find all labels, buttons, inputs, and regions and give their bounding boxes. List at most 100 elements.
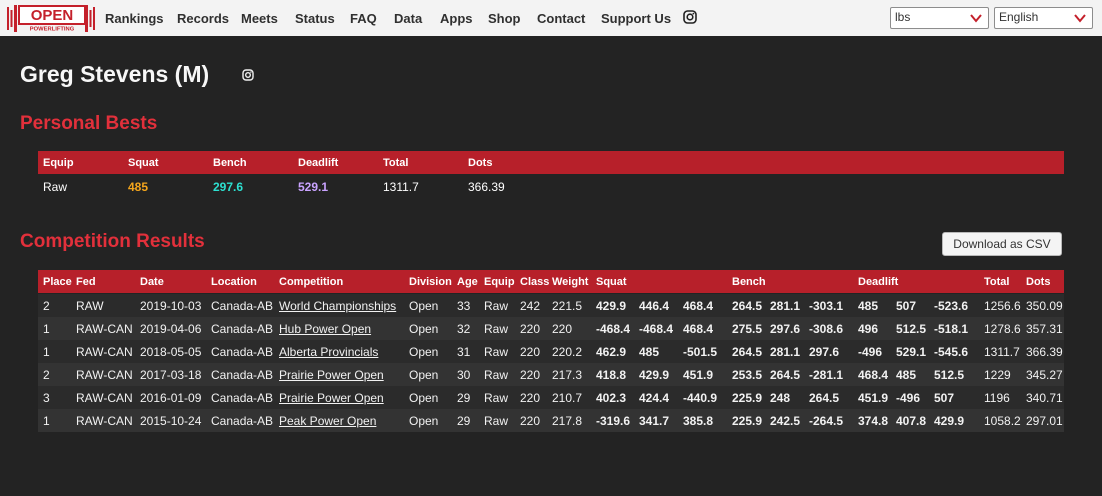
personal-bests-title: Personal Bests (20, 113, 158, 134)
nav-faq[interactable]: FAQ (350, 11, 377, 26)
instagram-icon[interactable] (242, 69, 254, 81)
nav-apps[interactable]: Apps (440, 11, 473, 26)
header-deadlift[interactable]: Deadlift (858, 276, 898, 288)
header-weight[interactable]: Weight (552, 276, 588, 288)
competition-results-header: Place Fed Date Location Competition Divi… (38, 270, 1064, 293)
openpowerlifting-logo[interactable]: OPEN POWERLIFTING (7, 4, 95, 33)
division-cell: Open (409, 322, 439, 336)
total-cell: 1058.2 (984, 414, 1021, 428)
weight-cell: 221.5 (552, 299, 583, 313)
table-row: 1 RAW-CAN 2015-10-24 Canada-AB Peak Power Op… (38, 409, 1064, 432)
header-fed[interactable]: Fed (76, 276, 96, 288)
dots-cell: 366.39 (1026, 345, 1063, 359)
deadlift-attempt-2: 485 (896, 368, 917, 382)
place-cell: 1 (43, 322, 50, 336)
date-cell: 2015-10-24 (140, 414, 202, 428)
fed-cell: RAW-CAN (76, 414, 133, 428)
competition-link[interactable]: Prairie Power Open (279, 391, 384, 405)
lifter-name: Greg Stevens (M) (20, 61, 210, 87)
header-dots[interactable]: Dots (1026, 276, 1050, 288)
division-cell: Open (409, 414, 439, 428)
download-csv-button[interactable]: Download as CSV (942, 232, 1062, 256)
header-total[interactable]: Total (984, 276, 1009, 288)
pb-header-equip: Equip (43, 157, 74, 169)
weight-cell: 210.7 (552, 391, 583, 405)
nav-status[interactable]: Status (295, 11, 335, 26)
deadlift-attempt-2: 407.8 (896, 414, 927, 428)
bench-attempt-2: 281.1 (770, 345, 801, 359)
language-select-value: English (999, 10, 1039, 24)
bench-attempt-2: 297.6 (770, 322, 801, 336)
class-cell: 220 (520, 345, 541, 359)
age-cell: 29 (457, 414, 471, 428)
nav-contact[interactable]: Contact (537, 11, 585, 26)
class-cell: 220 (520, 322, 541, 336)
dots-cell: 340.71 (1026, 391, 1063, 405)
deadlift-attempt-1: 451.9 (858, 391, 889, 405)
header-competition[interactable]: Competition (279, 276, 343, 288)
equip-cell: Raw (484, 345, 509, 359)
nav-records[interactable]: Records (177, 11, 229, 26)
squat-attempt-2: 429.9 (639, 368, 670, 382)
nav-shop[interactable]: Shop (488, 11, 521, 26)
competition-link[interactable]: Peak Power Open (279, 414, 376, 428)
nav-rankings[interactable]: Rankings (105, 11, 164, 26)
weight-cell: 220.2 (552, 345, 583, 359)
fed-cell: RAW (76, 299, 104, 313)
personal-bests-row: Raw 485 297.6 529.1 1311.7 366.39 (38, 175, 1064, 198)
deadlift-attempt-1: 485 (858, 299, 879, 313)
header-location[interactable]: Location (211, 276, 257, 288)
logo-text: OPEN (31, 7, 74, 24)
location-cell: Canada-AB (211, 299, 274, 313)
competition-link[interactable]: Prairie Power Open (279, 368, 384, 382)
pb-squat: 485 (128, 180, 149, 194)
header-place[interactable]: Place (43, 276, 72, 288)
age-cell: 32 (457, 322, 471, 336)
squat-attempt-2: -468.4 (639, 322, 674, 336)
age-cell: 30 (457, 368, 471, 382)
bench-attempt-1: 253.5 (732, 368, 763, 382)
competition-link[interactable]: World Championships (279, 299, 396, 313)
bench-attempt-3: -264.5 (809, 414, 844, 428)
total-cell: 1229 (984, 368, 1011, 382)
equip-cell: Raw (484, 299, 509, 313)
personal-bests-header: Equip Squat Bench Deadlift Total Dots (38, 151, 1064, 174)
location-cell: Canada-AB (211, 391, 274, 405)
competition-link[interactable]: Hub Power Open (279, 322, 371, 336)
dots-cell: 345.27 (1026, 368, 1063, 382)
nav-meets[interactable]: Meets (241, 11, 278, 26)
equip-cell: Raw (484, 368, 509, 382)
squat-attempt-2: 446.4 (639, 299, 670, 313)
weight-cell: 220 (552, 322, 573, 336)
dots-cell: 357.31 (1026, 322, 1063, 336)
header-age[interactable]: Age (457, 276, 478, 288)
header-date[interactable]: Date (140, 276, 164, 288)
deadlift-attempt-2: 507 (896, 299, 917, 313)
header-equip[interactable]: Equip (484, 276, 515, 288)
header-division[interactable]: Division (409, 276, 452, 288)
unit-select[interactable]: lbs (890, 7, 989, 29)
instagram-icon[interactable] (683, 10, 697, 24)
squat-attempt-1: 402.3 (596, 391, 627, 405)
deadlift-attempt-3: -523.6 (934, 299, 969, 313)
header-class[interactable]: Class (520, 276, 549, 288)
deadlift-attempt-3: 429.9 (934, 414, 965, 428)
deadlift-attempt-2: -496 (896, 391, 921, 405)
fed-cell: RAW-CAN (76, 391, 133, 405)
squat-attempt-2: 485 (639, 345, 660, 359)
place-cell: 2 (43, 299, 50, 313)
nav-data[interactable]: Data (394, 11, 422, 26)
competition-link[interactable]: Alberta Provincials (279, 345, 378, 359)
total-cell: 1196 (984, 391, 1010, 405)
header-bench[interactable]: Bench (732, 276, 766, 288)
top-nav: OPEN POWERLIFTING Rankings Records Meets… (0, 0, 1102, 36)
header-squat[interactable]: Squat (596, 276, 627, 288)
language-select[interactable]: English (994, 7, 1093, 29)
deadlift-attempt-1: 468.4 (858, 368, 889, 382)
table-row: 2 RAW 2019-10-03 Canada-AB World Championshi… (38, 294, 1064, 317)
nav-support-us[interactable]: Support Us (601, 11, 671, 26)
squat-attempt-1: -319.6 (596, 414, 631, 428)
equip-cell: Raw (484, 391, 509, 405)
squat-attempt-3: 468.4 (683, 299, 714, 313)
table-row: 1 RAW-CAN 2019-04-06 Canada-AB Hub Power Ope… (38, 317, 1064, 340)
